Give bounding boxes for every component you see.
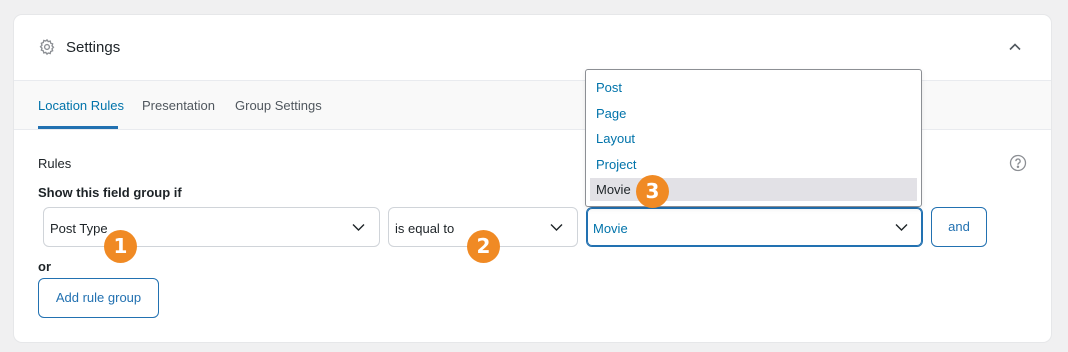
step-badge-3: 3 [636,175,669,208]
active-tab-indicator [38,126,118,129]
gear-icon [39,38,55,56]
or-label: or [38,259,51,274]
and-button[interactable]: and [931,207,987,247]
add-rule-group-button[interactable]: Add rule group [38,278,159,318]
rules-label: Rules [38,156,72,171]
tab-group-settings[interactable]: Group Settings [235,98,322,113]
step-badge-1: 1 [104,230,137,263]
operator-select-value: is equal to [395,221,455,236]
chevron-up-icon[interactable] [1007,39,1023,55]
value-select[interactable]: Movie [586,207,923,247]
chevron-down-icon [895,224,908,231]
dropdown-option-post[interactable]: Post [590,76,917,99]
param-select-value: Post Type [50,221,108,236]
dropdown-option-layout[interactable]: Layout [590,127,917,150]
show-if-label: Show this field group if [38,185,182,200]
tab-presentation[interactable]: Presentation [142,98,215,113]
param-select[interactable]: Post Type [43,207,380,247]
step-badge-2: 2 [467,230,500,263]
dropdown-option-page[interactable]: Page [590,102,917,125]
chevron-down-icon [550,224,563,231]
page-title: Settings [66,39,121,56]
value-select-value: Movie [593,221,628,236]
dropdown-option-project[interactable]: Project [590,153,917,176]
question-icon[interactable] [1009,154,1027,172]
chevron-down-icon [352,224,365,231]
tab-location-rules[interactable]: Location Rules [38,98,124,113]
